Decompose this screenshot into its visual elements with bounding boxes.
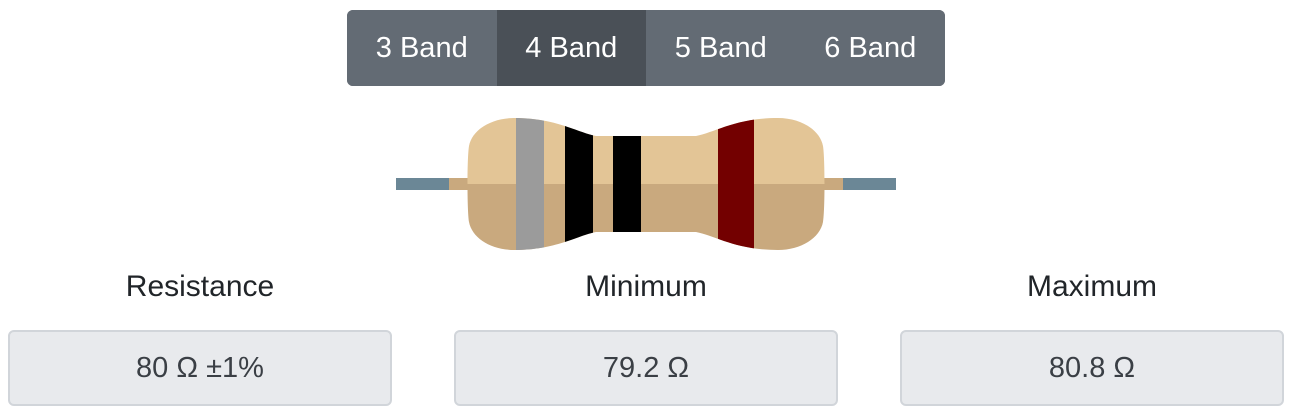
band-2: [565, 118, 593, 250]
resistor-body-bottom: [467, 184, 825, 250]
band-1: [516, 118, 544, 250]
maximum-value: 80.8 Ω: [900, 330, 1284, 406]
band-4: [718, 118, 754, 250]
right-lead: [841, 178, 896, 190]
left-lead: [396, 178, 451, 190]
minimum-label: Minimum: [585, 270, 707, 303]
resistor-calculator: 3 Band 4 Band 5 Band 6 Band Resistance M…: [0, 0, 1292, 418]
resistance-label: Resistance: [125, 270, 275, 303]
band-option-4[interactable]: 4 Band: [496, 10, 646, 86]
maximum-label: Maximum: [1026, 270, 1157, 303]
resistance-value: 80 Ω ±1%: [8, 330, 392, 406]
resistor-illustration: [396, 118, 896, 250]
band-option-5[interactable]: 5 Band: [646, 10, 796, 86]
minimum-value: 79.2 Ω: [454, 330, 838, 406]
band-count-toggle: 3 Band 4 Band 5 Band 6 Band: [347, 10, 945, 86]
band-3: [613, 118, 641, 250]
band-option-6[interactable]: 6 Band: [795, 10, 945, 86]
band-option-3[interactable]: 3 Band: [347, 10, 497, 86]
resistor-body-top: [467, 118, 825, 184]
